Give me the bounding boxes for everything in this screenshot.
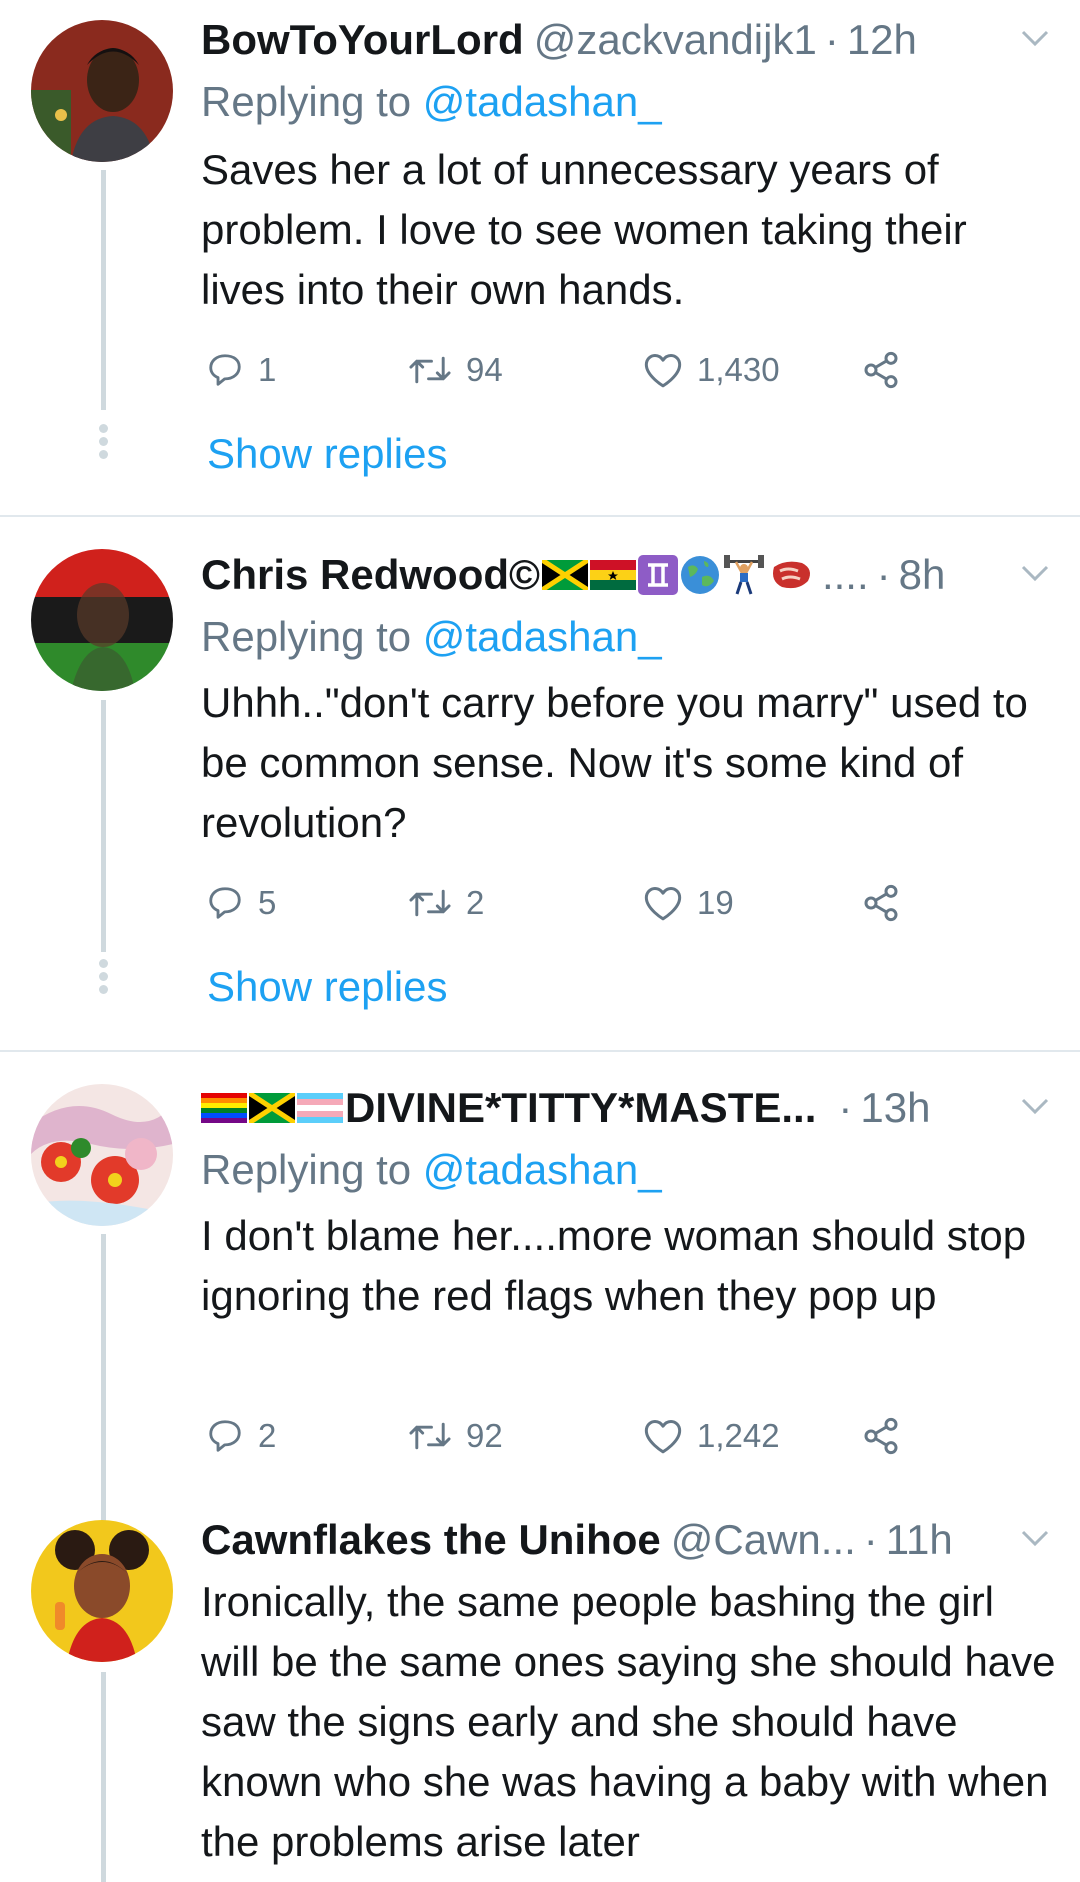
reply-count: 1: [258, 351, 277, 388]
retweet-button[interactable]: 92: [408, 1406, 503, 1466]
reply-count: 2: [258, 1417, 277, 1454]
like-count: 19: [697, 884, 734, 921]
display-name[interactable]: Chris Redwood©: [201, 551, 540, 599]
like-count: 1,242: [697, 1417, 780, 1454]
like-count: 1,430: [697, 351, 780, 388]
replying-to-prefix: Replying to: [201, 613, 423, 660]
thread-dots: [99, 959, 108, 998]
retweet-icon: [409, 1422, 451, 1450]
heart-icon: [644, 354, 682, 388]
user-handle[interactable]: @Cawn...: [671, 1516, 856, 1564]
gemini-icon: [637, 555, 678, 595]
user-handle[interactable]: @zackvandijk1: [534, 16, 817, 64]
name-ellipsis: ....: [821, 551, 869, 598]
retweet-count: 92: [466, 1417, 503, 1454]
chevron-down-icon[interactable]: [1020, 28, 1050, 53]
show-replies-link[interactable]: Show replies: [207, 963, 447, 1011]
emoji-badges: [201, 1093, 345, 1123]
retweet-icon: [409, 889, 451, 917]
replying-to-prefix: Replying to: [201, 78, 423, 125]
share-icon: [864, 351, 898, 389]
timestamp[interactable]: 11h: [886, 1516, 953, 1564]
timestamp[interactable]: 8h: [899, 551, 946, 599]
like-button[interactable]: 1,430: [643, 340, 780, 400]
replying-to-prefix: Replying to: [201, 1146, 423, 1193]
chevron-down-icon[interactable]: [1020, 1096, 1050, 1121]
thread-line: [101, 700, 106, 952]
share-button[interactable]: [861, 1406, 901, 1466]
display-name[interactable]: Cawnflakes the Unihoe: [201, 1516, 661, 1564]
reply-button[interactable]: 1: [206, 340, 276, 400]
mention-link[interactable]: @tadashan_: [423, 1146, 662, 1193]
reply-icon: [209, 1420, 241, 1452]
tweet-text: Uhhh.."don't carry before you marry" use…: [201, 679, 1028, 846]
retweet-button[interactable]: 94: [408, 340, 503, 400]
reply-button[interactable]: 2: [206, 1406, 276, 1466]
emoji-badges: [541, 555, 816, 595]
timestamp[interactable]: 12h: [847, 16, 917, 64]
share-icon: [864, 884, 898, 922]
tweet-text: I don't blame her....more woman should s…: [201, 1212, 1027, 1319]
ghana-flag-icon: [589, 560, 636, 590]
separator: ·: [863, 1516, 878, 1563]
tweet-text: Ironically, the same people bashing the …: [201, 1578, 1056, 1865]
reply-icon: [209, 354, 241, 386]
chevron-down-icon[interactable]: [1020, 1528, 1050, 1553]
like-button[interactable]: 1,242: [643, 1406, 780, 1466]
thread-line: [101, 170, 106, 410]
avatar[interactable]: [31, 1520, 173, 1662]
avatar[interactable]: [31, 20, 173, 162]
mention-link[interactable]: @tadashan_: [423, 613, 662, 660]
weightlifter-icon: [723, 555, 764, 595]
heart-icon: [644, 887, 682, 921]
display-name[interactable]: BowToYourLord: [201, 16, 524, 64]
reply-icon: [209, 887, 241, 919]
transgender-flag-icon: [297, 1093, 343, 1123]
separator: ·: [876, 551, 891, 598]
share-button[interactable]: [861, 873, 901, 933]
display-name[interactable]: DIVINE*TITTY*MASTE...: [345, 1084, 816, 1132]
like-button[interactable]: 19: [643, 873, 734, 933]
replying-to: Replying to @tadashan_: [201, 78, 662, 126]
show-replies-link[interactable]: Show replies: [207, 430, 447, 478]
jamaica-flag-icon: [249, 1093, 295, 1123]
tweet-divider: [0, 515, 1080, 517]
timestamp[interactable]: 13h: [860, 1084, 930, 1132]
globe-icon: [680, 556, 719, 594]
share-button[interactable]: [861, 340, 901, 400]
action-bar: 2 92 1,242: [201, 1406, 921, 1466]
thread-dots: [99, 424, 108, 463]
rainbow-flag-icon: [201, 1093, 247, 1123]
action-bar: 5 2 19: [201, 873, 921, 933]
avatar[interactable]: [31, 549, 173, 691]
share-icon: [864, 1417, 898, 1455]
reply-count: 5: [258, 884, 277, 921]
tweet-text: Saves her a lot of unnecessary years of …: [201, 146, 967, 313]
retweet-count: 94: [466, 351, 503, 388]
replying-to: Replying to @tadashan_: [201, 613, 662, 661]
action-bar: 1 94 1,430: [201, 340, 921, 400]
avatar[interactable]: [31, 1084, 173, 1226]
separator: ·: [838, 1084, 853, 1131]
reply-button[interactable]: 5: [206, 873, 276, 933]
retweet-count: 2: [466, 884, 485, 921]
steak-icon: [772, 561, 810, 589]
separator: ·: [824, 16, 839, 63]
thread-line: [101, 1672, 106, 1882]
retweet-icon: [409, 356, 451, 384]
tweet-divider: [0, 1050, 1080, 1052]
mention-link[interactable]: @tadashan_: [423, 78, 662, 125]
retweet-button[interactable]: 2: [408, 873, 484, 933]
heart-icon: [644, 1420, 682, 1454]
chevron-down-icon[interactable]: [1020, 563, 1050, 588]
jamaica-flag-icon: [541, 560, 588, 590]
replying-to: Replying to @tadashan_: [201, 1146, 662, 1194]
